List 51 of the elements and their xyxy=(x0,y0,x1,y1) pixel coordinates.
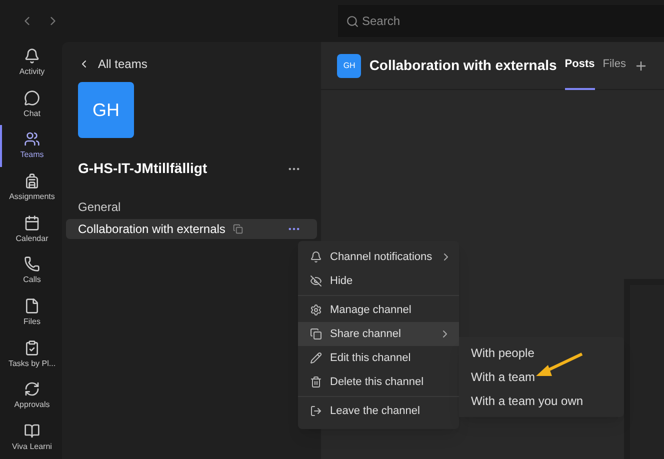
menu-item[interactable]: Manage channel xyxy=(298,298,459,322)
rail-item[interactable]: Activity xyxy=(0,42,62,84)
people-icon xyxy=(24,131,40,148)
rail-item[interactable]: Tasks by Pl... xyxy=(0,334,62,376)
clipboard-icon xyxy=(24,340,40,356)
submenu-item[interactable]: With a team xyxy=(459,365,624,389)
channel-title: Collaboration with externals xyxy=(369,56,557,75)
channel-tab[interactable]: Posts xyxy=(564,42,595,90)
rail-item[interactable]: Approvals xyxy=(0,376,62,418)
bell-icon xyxy=(24,48,40,64)
rail-item[interactable]: Calls xyxy=(0,250,62,292)
calendar-icon xyxy=(24,214,40,231)
settings-icon xyxy=(310,304,322,316)
book-icon xyxy=(24,423,40,440)
menu-item[interactable]: Share channel xyxy=(298,322,459,346)
menu-item[interactable]: Edit this channel xyxy=(298,346,459,370)
submenu-item[interactable]: With people xyxy=(459,341,624,365)
bell-icon xyxy=(310,251,322,263)
rail-item[interactable]: Files xyxy=(0,292,62,334)
team-name: G-HS-IT-JMtillfälligt xyxy=(78,159,208,178)
channel-name: General xyxy=(78,199,121,216)
channel-avatar: GH xyxy=(337,54,362,78)
search-icon xyxy=(346,15,359,28)
menu-item[interactable]: Channel notifications xyxy=(298,245,459,269)
rail-item[interactable]: Chat xyxy=(0,84,62,126)
share-icon xyxy=(310,328,322,340)
menu-item[interactable]: Delete this channel xyxy=(298,370,459,394)
pencil-icon xyxy=(310,352,322,364)
channel-item[interactable]: Collaboration with externals xyxy=(66,219,318,239)
trash-icon xyxy=(310,376,322,388)
rail-item[interactable]: Assignments xyxy=(0,167,62,209)
team-avatar: GH xyxy=(78,82,134,138)
arrow-drawing xyxy=(534,352,584,378)
all-teams-link[interactable]: All teams xyxy=(66,54,318,74)
search-field[interactable]: Search xyxy=(338,5,664,37)
menu-item[interactable]: Hide xyxy=(298,269,459,293)
add-tab-icon[interactable] xyxy=(634,58,648,72)
refresh-icon xyxy=(24,381,40,398)
channel-item[interactable]: General xyxy=(66,197,318,217)
channel-tab[interactable]: Files xyxy=(602,42,626,90)
chat-icon xyxy=(24,90,40,106)
file-icon xyxy=(24,298,40,314)
menu-item[interactable]: Leave the channel xyxy=(298,399,459,423)
leave-icon xyxy=(310,405,322,417)
eye-off-icon xyxy=(310,275,322,287)
phone-icon xyxy=(24,256,40,272)
submenu-item[interactable]: With a team you own xyxy=(459,389,624,413)
rail-item[interactable]: Viva Learni xyxy=(0,417,62,459)
rail-item[interactable]: Calendar xyxy=(0,208,62,251)
backpack-icon xyxy=(24,172,40,189)
channel-name: Collaboration with externals xyxy=(78,221,226,238)
